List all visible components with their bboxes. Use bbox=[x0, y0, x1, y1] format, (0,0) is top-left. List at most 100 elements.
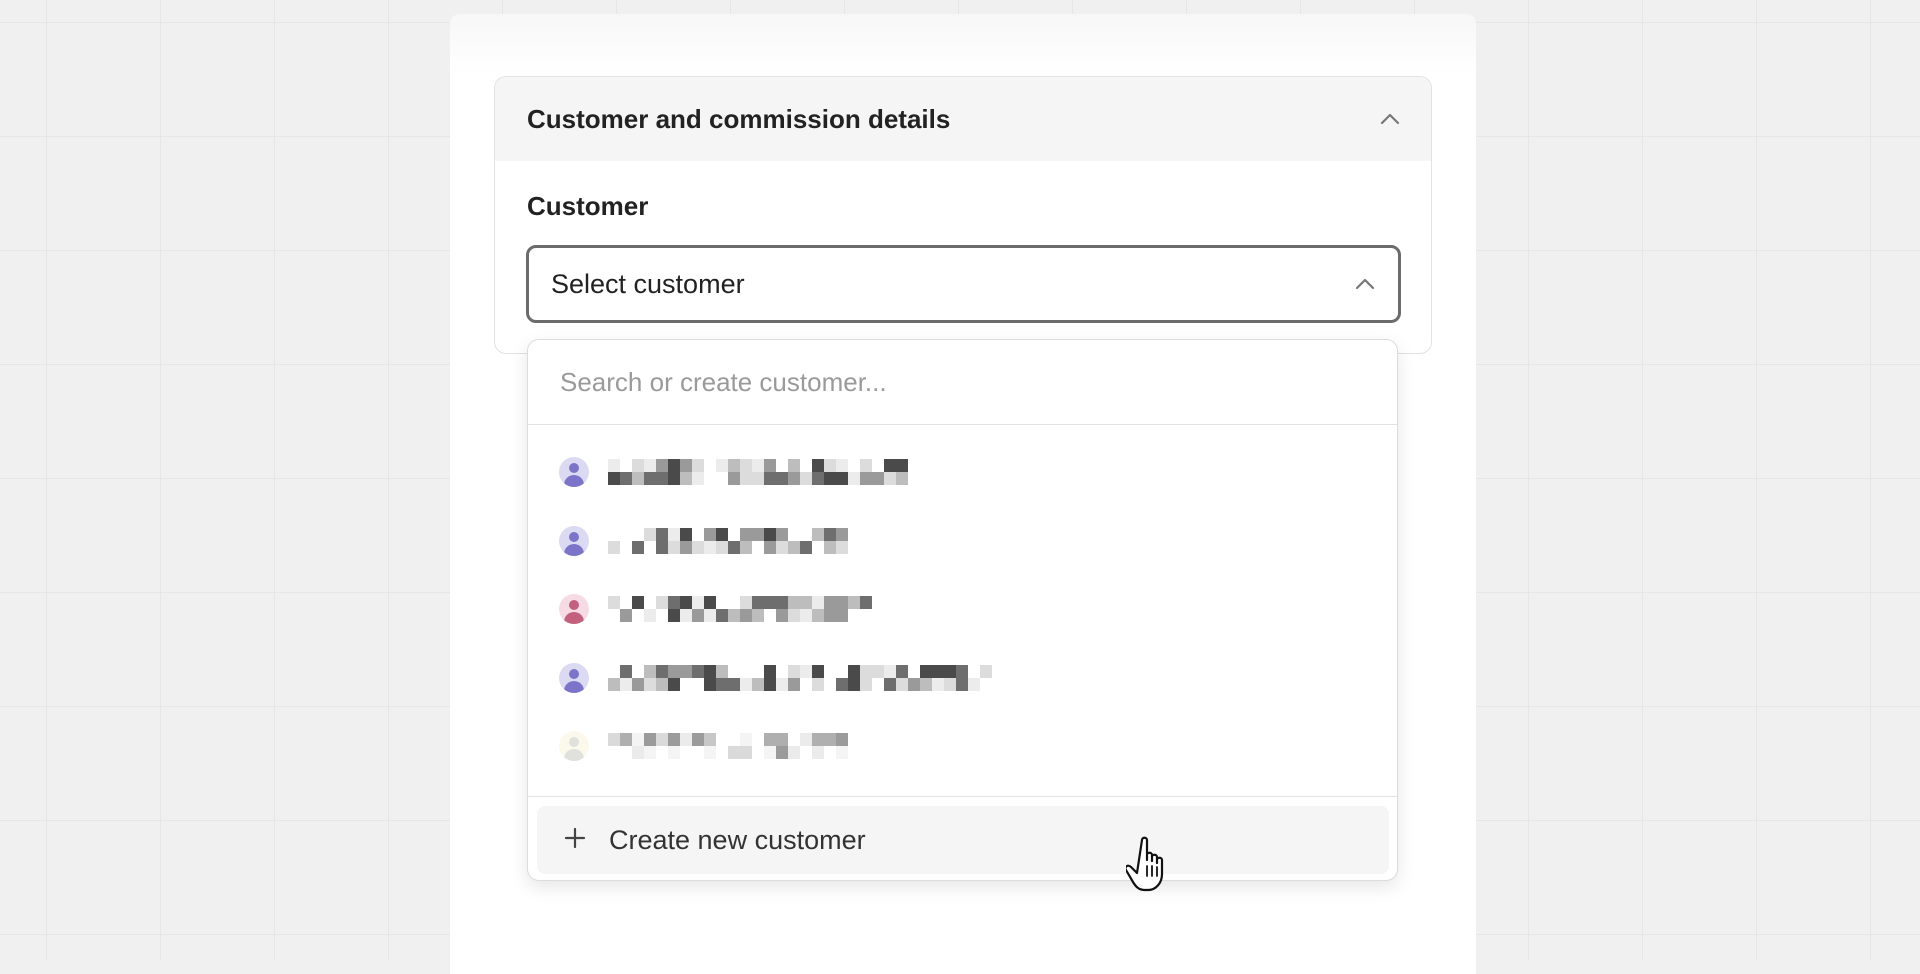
redaction-pixel bbox=[740, 733, 752, 746]
redaction-pixel bbox=[788, 609, 800, 622]
redaction-pixel bbox=[764, 528, 776, 541]
redaction-pixel bbox=[812, 678, 824, 691]
redaction-pixel bbox=[656, 733, 668, 746]
create-new-customer-button[interactable]: Create new customer bbox=[537, 806, 1389, 874]
redaction-pixel bbox=[980, 665, 992, 678]
redaction-pixel bbox=[728, 609, 740, 622]
redaction-pixel bbox=[824, 541, 836, 554]
redaction-pixel bbox=[812, 596, 824, 609]
redaction-pixel bbox=[668, 609, 680, 622]
redaction-pixel bbox=[836, 746, 848, 759]
redaction-pixel bbox=[788, 459, 800, 472]
redaction-pixel bbox=[608, 678, 620, 691]
redaction-pixel bbox=[776, 678, 788, 691]
chevron-up-icon[interactable] bbox=[1379, 108, 1401, 130]
redaction-pixel bbox=[656, 678, 668, 691]
customer-search-input[interactable] bbox=[528, 340, 1397, 425]
section-header[interactable]: Customer and commission details bbox=[495, 77, 1431, 161]
redaction-pixel bbox=[680, 596, 692, 609]
redaction-pixel bbox=[776, 609, 788, 622]
redaction-pixel bbox=[812, 746, 824, 759]
redaction-pixel bbox=[740, 609, 752, 622]
redaction-pixel bbox=[884, 472, 896, 485]
redaction-pixel bbox=[680, 609, 692, 622]
redaction-pixel bbox=[728, 541, 740, 554]
redaction-pixel bbox=[704, 541, 716, 554]
redaction-pixel bbox=[608, 459, 620, 472]
redaction-pixel bbox=[704, 596, 716, 609]
customer-list-item[interactable] bbox=[528, 438, 1397, 507]
redaction-pixel bbox=[692, 596, 704, 609]
redacted-customer-name bbox=[608, 594, 864, 624]
redaction-pixel bbox=[872, 665, 884, 678]
redaction-pixel bbox=[848, 678, 860, 691]
redaction-pixel bbox=[644, 459, 656, 472]
avatar-head bbox=[569, 532, 579, 542]
redaction-pixel bbox=[824, 528, 836, 541]
avatar-head bbox=[569, 737, 579, 747]
redaction-pixel bbox=[704, 678, 716, 691]
redaction-pixel bbox=[908, 678, 920, 691]
redaction-pixel bbox=[716, 609, 728, 622]
redaction-pixel bbox=[740, 678, 752, 691]
redaction-pixel bbox=[680, 733, 692, 746]
redaction-pixel bbox=[752, 472, 764, 485]
redaction-pixel bbox=[848, 665, 860, 678]
customer-select-value: Select customer bbox=[551, 269, 745, 300]
redaction-pixel bbox=[764, 459, 776, 472]
redaction-pixel bbox=[692, 472, 704, 485]
customer-list-item[interactable] bbox=[528, 644, 1397, 713]
redaction-pixel bbox=[632, 746, 644, 759]
section-title: Customer and commission details bbox=[527, 104, 950, 135]
redaction-pixel bbox=[956, 678, 968, 691]
redaction-pixel bbox=[920, 678, 932, 691]
redaction-pixel bbox=[632, 596, 644, 609]
redaction-pixel bbox=[752, 609, 764, 622]
redaction-pixel bbox=[776, 733, 788, 746]
redacted-customer-name bbox=[608, 731, 848, 761]
redaction-pixel bbox=[824, 733, 836, 746]
redaction-pixel bbox=[812, 733, 824, 746]
redaction-pixel bbox=[680, 459, 692, 472]
redaction-pixel bbox=[668, 596, 680, 609]
redaction-pixel bbox=[608, 541, 620, 554]
redaction-pixel bbox=[824, 459, 836, 472]
redaction-pixel bbox=[656, 528, 668, 541]
redaction-pixel bbox=[956, 665, 968, 678]
redaction-pixel bbox=[644, 528, 656, 541]
redaction-pixel bbox=[776, 541, 788, 554]
redaction-pixel bbox=[836, 541, 848, 554]
redaction-pixel bbox=[800, 665, 812, 678]
redaction-pixel bbox=[740, 459, 752, 472]
redaction-pixel bbox=[620, 472, 632, 485]
redaction-pixel bbox=[716, 678, 728, 691]
redaction-pixel bbox=[608, 596, 620, 609]
redaction-pixel bbox=[800, 596, 812, 609]
avatar-head bbox=[569, 669, 579, 679]
redaction-pixel bbox=[764, 733, 776, 746]
redaction-pixel bbox=[632, 733, 644, 746]
redaction-pixel bbox=[788, 746, 800, 759]
redaction-pixel bbox=[764, 596, 776, 609]
redaction-pixel bbox=[848, 596, 860, 609]
redaction-pixel bbox=[764, 746, 776, 759]
redaction-pixel bbox=[788, 472, 800, 485]
customer-list-item[interactable] bbox=[528, 712, 1397, 781]
redaction-pixel bbox=[860, 678, 872, 691]
customer-list-item[interactable] bbox=[528, 507, 1397, 576]
redaction-pixel bbox=[680, 541, 692, 554]
redaction-pixel bbox=[668, 541, 680, 554]
redaction-pixel bbox=[800, 472, 812, 485]
customer-select[interactable]: Select customer bbox=[526, 245, 1401, 323]
redaction-pixel bbox=[680, 665, 692, 678]
redaction-pixel bbox=[620, 609, 632, 622]
redaction-pixel bbox=[740, 541, 752, 554]
redaction-pixel bbox=[752, 459, 764, 472]
avatar-body bbox=[564, 681, 584, 693]
redaction-pixel bbox=[824, 609, 836, 622]
customer-list-item[interactable] bbox=[528, 575, 1397, 644]
redaction-pixel bbox=[632, 541, 644, 554]
redaction-pixel bbox=[968, 678, 980, 691]
user-avatar-icon bbox=[559, 731, 589, 761]
redaction-pixel bbox=[752, 596, 764, 609]
